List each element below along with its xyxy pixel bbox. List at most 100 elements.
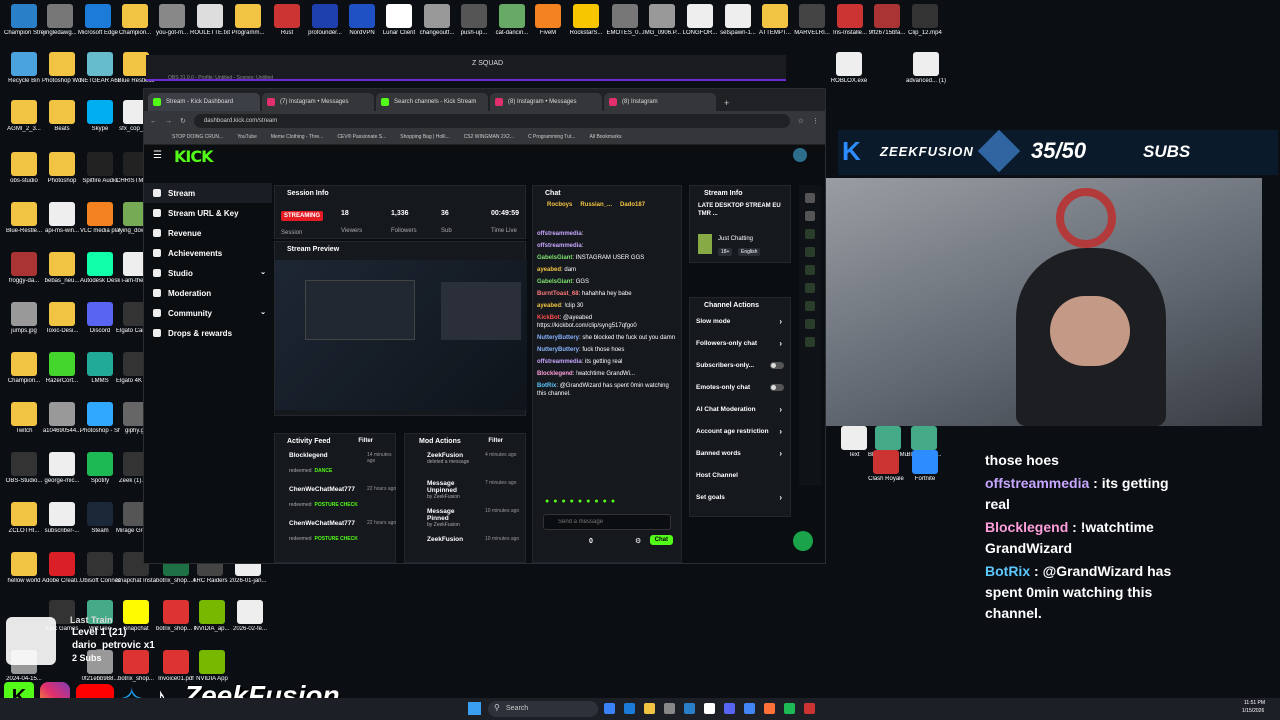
desktop-icon[interactable]: a104690544... bbox=[42, 402, 82, 435]
menu-icon[interactable]: ⋮ bbox=[812, 117, 819, 125]
desktop-icon[interactable]: Clash Royale bbox=[866, 450, 906, 483]
rail-icon[interactable] bbox=[805, 265, 815, 275]
desktop-icon[interactable]: Champion... bbox=[115, 4, 155, 37]
activity-item[interactable]: ChenWeChatMeat777 redeemed POSTURE CHECK 22… bbox=[289, 486, 396, 520]
browser-tab[interactable]: (7) Instagram • Messages bbox=[262, 93, 374, 111]
taskbar-app-icon[interactable] bbox=[684, 703, 695, 714]
rail-icon[interactable] bbox=[805, 211, 815, 221]
desktop-icon[interactable]: NETGEAR A6210 Genie bbox=[80, 52, 120, 85]
desktop-icon[interactable]: OBS-Studio... bbox=[4, 452, 44, 485]
bookmark[interactable]: C Programming Tut... bbox=[528, 134, 576, 141]
desktop-icon[interactable]: Iris-Installe... bbox=[830, 4, 870, 37]
channel-action[interactable]: Slow mode › bbox=[690, 312, 790, 334]
desktop-icon[interactable]: NVIDIA_ap... bbox=[192, 600, 232, 633]
bookmark[interactable]: All Bookmarks bbox=[590, 134, 622, 141]
desktop-icon[interactable]: you-got-m... bbox=[152, 4, 192, 37]
taskbar-app-icon[interactable] bbox=[644, 703, 655, 714]
chat-username[interactable]: ayeabed bbox=[537, 267, 561, 273]
desktop-icon[interactable]: api-ms-win... bbox=[42, 202, 82, 235]
desktop-icon[interactable]: profounder... bbox=[305, 4, 345, 37]
desktop-icon[interactable]: Clip_12.mp4 bbox=[905, 4, 945, 37]
desktop-icon[interactable]: Toxic-Desi... bbox=[42, 302, 82, 335]
chat-username[interactable]: BurntToast_68 bbox=[537, 291, 579, 297]
activity-item[interactable]: ChenWeChatMeat777 redeemed POSTURE CHECK 22… bbox=[289, 520, 396, 554]
toggle-switch[interactable] bbox=[770, 384, 784, 391]
toggle-switch[interactable] bbox=[770, 362, 784, 369]
desktop-icon[interactable]: EMOTES_0... bbox=[605, 4, 645, 37]
channel-action[interactable]: Host Channel bbox=[690, 466, 790, 488]
chat-username[interactable]: NutteryButtery bbox=[537, 335, 579, 341]
chat-message[interactable]: GabelsGiant: GGS bbox=[533, 276, 681, 288]
desktop-icon[interactable]: changeoutf... bbox=[417, 4, 457, 37]
desktop-icon[interactable]: Microsoft Edge bbox=[78, 4, 118, 37]
bookmark[interactable]: Shopping Bag | Holli... bbox=[400, 134, 449, 141]
chat-username[interactable]: GabelsGiant bbox=[537, 279, 572, 285]
desktop-icon[interactable]: LONGFOR... bbox=[680, 4, 720, 37]
bookmark[interactable]: CS2 WINGMAN 2X2... bbox=[464, 134, 514, 141]
sidebar-item[interactable]: Stream URL & Key bbox=[144, 203, 272, 223]
desktop-icon[interactable]: FiveM bbox=[528, 4, 568, 37]
desktop-icon[interactable]: RazerCort... bbox=[42, 352, 82, 385]
chat-message[interactable]: ayeabed: dam bbox=[533, 264, 681, 276]
bookmark[interactable]: Meme Clothing - Thre... bbox=[271, 134, 323, 141]
desktop-icon[interactable]: NVIDIA App bbox=[192, 650, 232, 683]
desktop-icon[interactable]: 2026-02-fe... bbox=[230, 600, 270, 633]
desktop-icon[interactable]: MARVELRI... bbox=[792, 4, 832, 37]
channel-action[interactable]: Account age restriction › bbox=[690, 422, 790, 444]
sidebar-item[interactable]: Drops & rewards bbox=[144, 323, 272, 343]
desktop-icon[interactable]: Rust bbox=[267, 4, 307, 37]
desktop-icon[interactable]: ATTEMPT... bbox=[755, 4, 795, 37]
desktop-icon[interactable]: AGMI_2_3... bbox=[4, 100, 44, 133]
mod-action-item[interactable]: Message Pinned by ZeekFusion 10 minutes ag… bbox=[427, 508, 525, 536]
chat-message[interactable]: offstreammedia: bbox=[533, 228, 681, 240]
chat-username[interactable]: offstreammedia bbox=[537, 359, 582, 365]
chat-message[interactable]: BotRix: @GrandWizard has spent 0min watc… bbox=[533, 380, 681, 400]
channel-action[interactable]: Banned words › bbox=[690, 444, 790, 466]
desktop-icon[interactable]: cat-dancin... bbox=[492, 4, 532, 37]
chat-message[interactable]: Blocklegend: !watchtime GrandWi... bbox=[533, 368, 681, 380]
sidebar-item[interactable]: Studio ⌄ bbox=[144, 263, 272, 283]
desktop-icon[interactable]: obs-studio bbox=[4, 152, 44, 185]
desktop-icon[interactable]: Programm... bbox=[228, 4, 268, 37]
desktop-icon[interactable]: subscriber-... bbox=[42, 502, 82, 535]
mod-action-item[interactable]: Message Unpinned by ZeekFusion 7 minutes a… bbox=[427, 480, 525, 508]
chat-username[interactable]: Blocklegend bbox=[537, 371, 573, 377]
desktop-icon[interactable]: 9ff26715bfa... bbox=[867, 4, 907, 37]
taskbar-app-icon[interactable] bbox=[804, 703, 815, 714]
desktop-icon[interactable]: Lunar Client bbox=[379, 4, 419, 37]
mod-action-item[interactable]: ZeekFusion 10 minutes ago bbox=[427, 536, 525, 564]
desktop-icon[interactable]: setspawn-1... bbox=[718, 4, 758, 37]
desktop-icon[interactable]: Autodesk Desktop App bbox=[80, 252, 120, 285]
taskbar-app-icon[interactable] bbox=[604, 703, 615, 714]
chat-message[interactable]: ayeabed: !clip 30 bbox=[533, 300, 681, 312]
desktop-icon[interactable]: Discord bbox=[80, 302, 120, 335]
taskbar-app-icon[interactable] bbox=[744, 703, 755, 714]
desktop-icon[interactable]: Champion... bbox=[4, 352, 44, 385]
chat-message[interactable]: BurntToast_68: hahahha hey babe bbox=[533, 288, 681, 300]
new-tab-icon[interactable]: + bbox=[718, 98, 729, 111]
desktop-icon[interactable]: ROBLOX.exe bbox=[829, 52, 869, 85]
rail-icon[interactable] bbox=[805, 283, 815, 293]
bookmark[interactable]: CEV® Passionate S... bbox=[337, 134, 386, 141]
chat-settings-icon[interactable]: ⚙ bbox=[635, 537, 641, 545]
rail-icon[interactable] bbox=[805, 301, 815, 311]
chat-username[interactable]: GabelsGiant bbox=[537, 255, 572, 261]
sidebar-item[interactable]: Community ⌄ bbox=[144, 303, 272, 323]
chat-username[interactable]: ayeabed bbox=[537, 303, 561, 309]
mod-filter-button[interactable]: Filter bbox=[488, 438, 503, 444]
mod-action-item[interactable]: ZeekFusion deleted a message 4 minutes ago bbox=[427, 452, 525, 480]
rail-icon[interactable] bbox=[805, 193, 815, 203]
activity-item[interactable]: Blocklegend redeemed DANCE 14 minutes ago bbox=[289, 452, 395, 486]
desktop-icon[interactable]: Photoshop Work bbox=[42, 52, 82, 85]
taskbar-app-icon[interactable] bbox=[724, 703, 735, 714]
desktop-icon[interactable]: RockstarS... bbox=[566, 4, 606, 37]
sidebar-item[interactable]: Revenue bbox=[144, 223, 272, 243]
avatar[interactable] bbox=[793, 148, 807, 162]
rail-icon[interactable] bbox=[805, 319, 815, 329]
stream-preview-video[interactable] bbox=[275, 260, 527, 410]
desktop-icon[interactable]: froggy-da... bbox=[4, 252, 44, 285]
desktop-icon[interactable]: NordVPN bbox=[342, 4, 382, 37]
bookmark[interactable]: YouTube bbox=[237, 134, 257, 141]
url-field[interactable]: dashboard.kick.com/stream bbox=[193, 114, 790, 128]
help-button[interactable] bbox=[793, 531, 813, 551]
